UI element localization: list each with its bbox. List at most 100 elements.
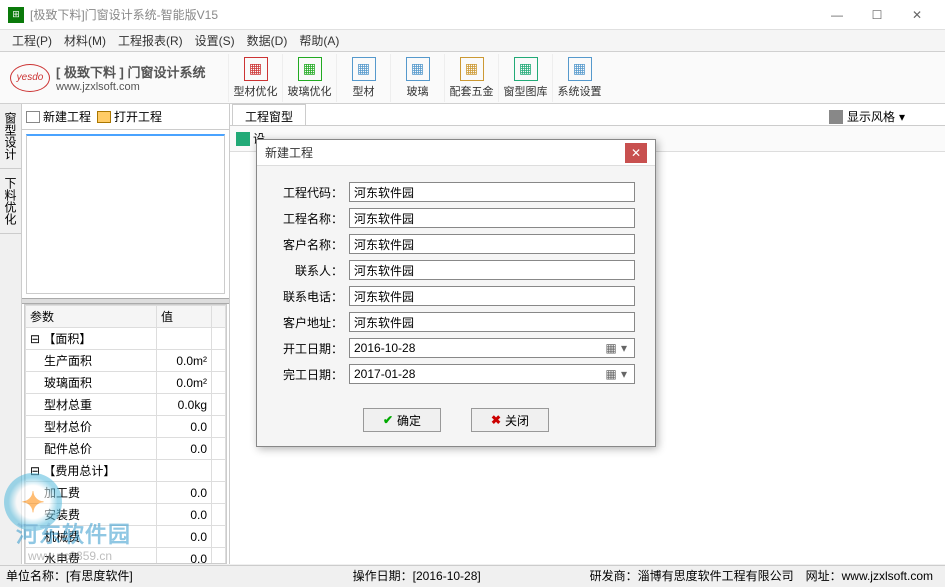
toolbar-icon: ▦ <box>352 57 376 81</box>
calendar-icon: ▦ <box>604 341 618 355</box>
dialog-title: 新建工程 <box>265 144 625 161</box>
param-group: ⊟ 【面积】 <box>26 328 157 350</box>
status-date: 操作日期：[2016-10-28] <box>353 567 481 584</box>
param-name: 型材总价 <box>26 416 157 438</box>
param-name: 加工费 <box>26 482 157 504</box>
menu-help[interactable]: 帮助(A) <box>293 30 345 51</box>
menubar: 工程(P) 材料(M) 工程报表(R) 设置(S) 数据(D) 帮助(A) <box>0 30 945 52</box>
param-table: 参数值 ⊟ 【面积】生产面积0.0m²玻璃面积0.0m²型材总重0.0kg型材总… <box>24 304 227 564</box>
param-group: ⊟ 【费用总计】 <box>26 460 157 482</box>
param-hdr-val: 值 <box>156 306 211 328</box>
brand-title: [ 极致下料 ] 门窗设计系统 <box>56 62 206 81</box>
dialog-close-button[interactable]: ✕ <box>625 143 647 163</box>
project-tree[interactable] <box>26 134 225 294</box>
main-tab[interactable]: 工程窗型 <box>232 104 306 125</box>
input-contact[interactable] <box>349 260 635 280</box>
toolbar-btn-1[interactable]: ▦玻璃优化 <box>282 54 336 102</box>
display-style-dropdown[interactable]: 显示风格 <box>847 108 895 125</box>
toolbar-icon: ▦ <box>568 57 592 81</box>
param-value: 0.0 <box>156 504 211 526</box>
close-button[interactable]: ✕ <box>897 0 937 30</box>
param-hdr-name: 参数 <box>26 306 157 328</box>
app-icon: ⊞ <box>8 7 24 23</box>
maximize-button[interactable]: ☐ <box>857 0 897 30</box>
param-value: 0.0m² <box>156 372 211 394</box>
param-value: 0.0kg <box>156 394 211 416</box>
menu-data[interactable]: 数据(D) <box>241 30 294 51</box>
folder-open-icon <box>97 111 111 123</box>
display-icon <box>829 110 843 124</box>
param-name: 机械费 <box>26 526 157 548</box>
param-name: 水电费 <box>26 548 157 565</box>
titlebar: ⊞ [极致下料]门窗设计系统-智能版V15 — ☐ ✕ <box>0 0 945 30</box>
input-phone[interactable] <box>349 286 635 306</box>
toolbar-btn-0[interactable]: ▦型材优化 <box>228 54 282 102</box>
param-value: 0.0 <box>156 548 211 565</box>
toolbar-btn-6[interactable]: ▦系统设置 <box>552 54 606 102</box>
menu-material[interactable]: 材料(M) <box>58 30 112 51</box>
param-name: 生产面积 <box>26 350 157 372</box>
toolbar-btn-2[interactable]: ▦型材 <box>336 54 390 102</box>
lbl-addr: 客户地址： <box>277 314 343 331</box>
date-start[interactable]: 2016-10-28▦▾ <box>349 338 635 358</box>
lbl-client: 客户名称： <box>277 236 343 253</box>
left-vertical-tabs: 窗型设计 下料优化 <box>0 104 22 564</box>
input-addr[interactable] <box>349 312 635 332</box>
cancel-button[interactable]: ✖关闭 <box>471 408 549 432</box>
toolbar-icon: ▦ <box>460 57 484 81</box>
input-name[interactable] <box>349 208 635 228</box>
x-icon: ✖ <box>491 413 501 427</box>
brand: yesdo [ 极致下料 ] 门窗设计系统 www.jzxlsoft.com <box>0 62 228 93</box>
chevron-down-icon: ▾ <box>618 341 630 355</box>
status-company: 单位名称：[有思度软件] <box>6 567 133 584</box>
lbl-code: 工程代码： <box>277 184 343 201</box>
lbl-name: 工程名称： <box>277 210 343 227</box>
menu-report[interactable]: 工程报表(R) <box>112 30 189 51</box>
lbl-contact: 联系人： <box>277 262 343 279</box>
param-value: 0.0m² <box>156 350 211 372</box>
left-panel: 新建工程 打开工程 参数值 ⊟ 【面积】生产面积0.0m²玻璃面积0.0m²型材… <box>22 104 230 564</box>
input-code[interactable] <box>349 182 635 202</box>
new-file-icon <box>26 111 40 123</box>
toolbar-icon: ▦ <box>406 57 430 81</box>
toolbar-icon: ▦ <box>298 57 322 81</box>
toolbar-icon: ▦ <box>514 57 538 81</box>
param-value: 0.0 <box>156 416 211 438</box>
chevron-down-icon: ▾ <box>618 367 630 381</box>
vtab-design[interactable]: 窗型设计 <box>0 104 21 169</box>
param-value: 0.0 <box>156 526 211 548</box>
brand-url: www.jzxlsoft.com <box>56 81 206 93</box>
menu-settings[interactable]: 设置(S) <box>189 30 241 51</box>
param-value: 0.0 <box>156 438 211 460</box>
vtab-optimize[interactable]: 下料优化 <box>0 169 21 234</box>
window-title: [极致下料]门窗设计系统-智能版V15 <box>30 6 817 23</box>
param-name: 型材总重 <box>26 394 157 416</box>
new-project-button[interactable]: 新建工程 <box>26 108 91 125</box>
status-dev: 研发商：淄博有思度软件工程有限公司 网址：www.jzxlsoft.com <box>590 567 933 584</box>
gear-icon <box>236 132 250 146</box>
toolbar-btn-5[interactable]: ▦窗型图库 <box>498 54 552 102</box>
lbl-end: 完工日期： <box>277 366 343 383</box>
toolbar-btn-3[interactable]: ▦玻璃 <box>390 54 444 102</box>
toolbar-icon: ▦ <box>244 57 268 81</box>
param-value: 0.0 <box>156 482 211 504</box>
chevron-down-icon: ▾ <box>899 110 905 124</box>
menu-project[interactable]: 工程(P) <box>6 30 58 51</box>
minimize-button[interactable]: — <box>817 0 857 30</box>
brand-logo: yesdo <box>10 64 50 92</box>
calendar-icon: ▦ <box>604 367 618 381</box>
param-name: 玻璃面积 <box>26 372 157 394</box>
open-project-button[interactable]: 打开工程 <box>97 108 162 125</box>
param-name: 配件总价 <box>26 438 157 460</box>
lbl-phone: 联系电话： <box>277 288 343 305</box>
ok-button[interactable]: ✔确定 <box>363 408 441 432</box>
statusbar: 单位名称：[有思度软件] 操作日期：[2016-10-28] 研发商：淄博有思度… <box>0 565 945 585</box>
check-icon: ✔ <box>383 413 393 427</box>
toolbar: yesdo [ 极致下料 ] 门窗设计系统 www.jzxlsoft.com ▦… <box>0 52 945 104</box>
input-client[interactable] <box>349 234 635 254</box>
toolbar-btn-4[interactable]: ▦配套五金 <box>444 54 498 102</box>
param-name: 安装费 <box>26 504 157 526</box>
lbl-start: 开工日期： <box>277 340 343 357</box>
new-project-dialog: 新建工程 ✕ 工程代码： 工程名称： 客户名称： 联系人： 联系电话： 客户地址… <box>256 139 656 447</box>
date-end[interactable]: 2017-01-28▦▾ <box>349 364 635 384</box>
